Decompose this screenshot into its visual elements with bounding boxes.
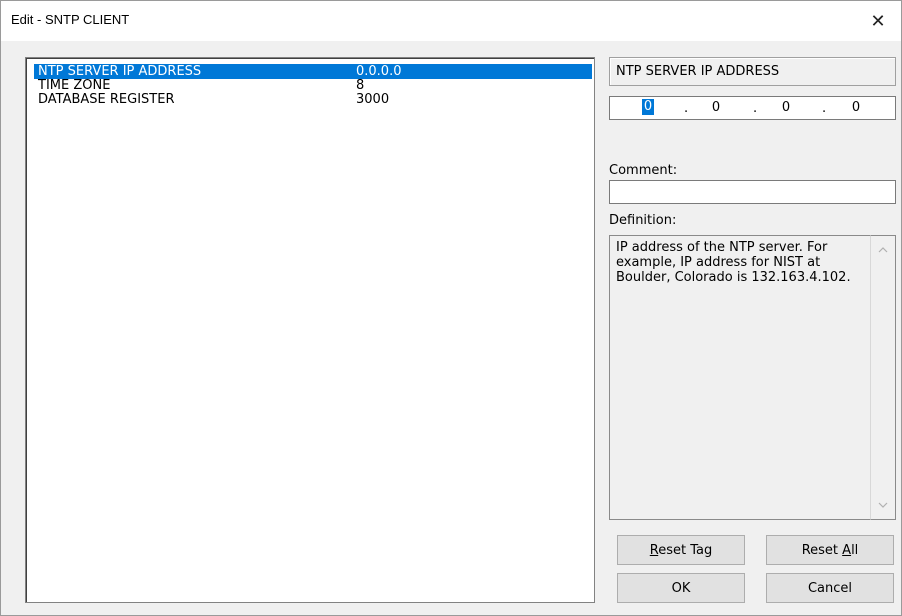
definition-scrollbar[interactable] bbox=[870, 235, 896, 520]
ip-dot: . bbox=[684, 101, 689, 116]
parameter-list[interactable]: NTP SERVER IP ADDRESS 0.0.0.0 TIME ZONE … bbox=[25, 57, 595, 603]
ok-button[interactable]: OK bbox=[617, 573, 745, 603]
chevron-down-icon[interactable] bbox=[871, 495, 895, 515]
close-icon: ✕ bbox=[870, 10, 886, 32]
param-name: NTP SERVER IP ADDRESS bbox=[38, 64, 202, 79]
reset-all-button[interactable]: Reset All bbox=[766, 535, 894, 565]
close-button[interactable]: ✕ bbox=[855, 1, 901, 41]
title-bar: Edit - SNTP CLIENT ✕ bbox=[1, 1, 901, 41]
ip-octet-1[interactable]: 0 bbox=[642, 99, 654, 115]
param-name: DATABASE REGISTER bbox=[38, 92, 175, 107]
param-value: 8 bbox=[356, 78, 365, 93]
edit-dialog: Edit - SNTP CLIENT ✕ NTP SERVER IP ADDRE… bbox=[0, 0, 902, 616]
chevron-up-icon[interactable] bbox=[871, 240, 895, 260]
ok-label: OK bbox=[671, 580, 691, 596]
selected-param-name: NTP SERVER IP ADDRESS bbox=[609, 57, 896, 86]
comment-label: Comment: bbox=[609, 163, 678, 178]
ip-octet-2[interactable]: 0 bbox=[708, 100, 724, 115]
ip-address-input[interactable]: 0 . 0 . 0 . 0 bbox=[609, 96, 896, 120]
ip-octet-3[interactable]: 0 bbox=[778, 100, 794, 115]
ip-dot: . bbox=[822, 101, 827, 116]
window-title: Edit - SNTP CLIENT bbox=[11, 12, 130, 27]
cancel-label: Cancel bbox=[807, 580, 853, 596]
reset-tag-button[interactable]: Reset Tag bbox=[617, 535, 745, 565]
definition-label: Definition: bbox=[609, 213, 677, 228]
definition-text: IP address of the NTP server. For exampl… bbox=[609, 235, 871, 520]
list-item[interactable]: TIME ZONE 8 bbox=[34, 78, 592, 93]
reset-tag-label: Reset Tag bbox=[649, 542, 713, 558]
ip-dot: . bbox=[753, 101, 758, 116]
reset-all-label: Reset All bbox=[801, 542, 859, 558]
comment-input[interactable] bbox=[609, 180, 896, 204]
param-name: TIME ZONE bbox=[38, 78, 111, 93]
ip-octet-4[interactable]: 0 bbox=[848, 100, 864, 115]
cancel-button[interactable]: Cancel bbox=[766, 573, 894, 603]
list-item[interactable]: NTP SERVER IP ADDRESS 0.0.0.0 bbox=[34, 64, 592, 79]
param-value: 3000 bbox=[356, 92, 390, 107]
param-value: 0.0.0.0 bbox=[356, 64, 402, 79]
list-item[interactable]: DATABASE REGISTER 3000 bbox=[34, 92, 592, 107]
